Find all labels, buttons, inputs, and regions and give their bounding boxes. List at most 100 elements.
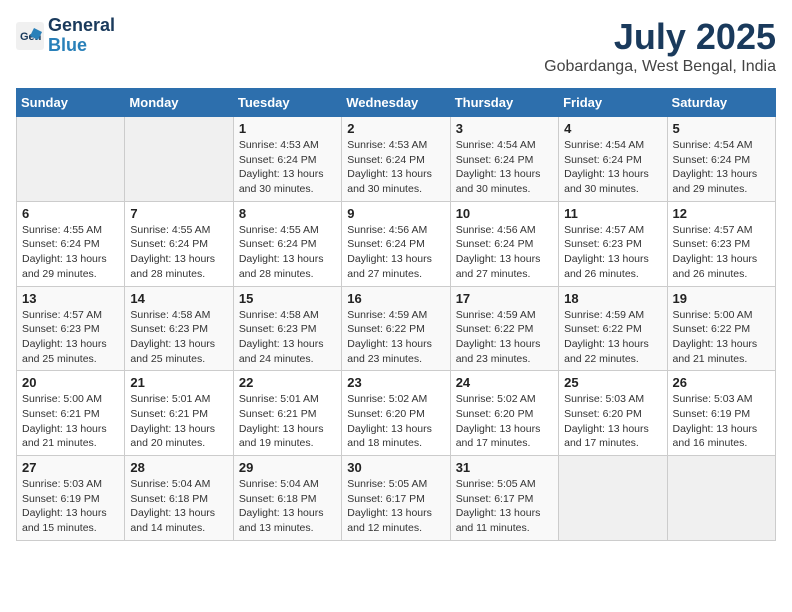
day-number: 3 — [456, 121, 553, 136]
calendar-cell: 19 Sunrise: 5:00 AM Sunset: 6:22 PM Dayli… — [667, 286, 775, 371]
day-number: 4 — [564, 121, 661, 136]
day-info: Sunrise: 5:03 AM Sunset: 6:19 PM Dayligh… — [22, 477, 119, 536]
day-number: 29 — [239, 460, 336, 475]
day-info: Sunrise: 5:02 AM Sunset: 6:20 PM Dayligh… — [347, 392, 444, 451]
day-info: Sunrise: 5:00 AM Sunset: 6:22 PM Dayligh… — [673, 308, 770, 367]
calendar-cell: 1Sunrise: 4:53 AM Sunset: 6:24 PM Daylig… — [233, 117, 341, 202]
day-info: Sunrise: 5:01 AM Sunset: 6:21 PM Dayligh… — [239, 392, 336, 451]
day-info: Sunrise: 5:00 AM Sunset: 6:21 PM Dayligh… — [22, 392, 119, 451]
logo: Gen General Blue — [16, 16, 115, 56]
day-info: Sunrise: 4:57 AM Sunset: 6:23 PM Dayligh… — [673, 223, 770, 282]
weekday-header-monday: Monday — [125, 89, 233, 117]
day-info: Sunrise: 4:58 AM Sunset: 6:23 PM Dayligh… — [130, 308, 227, 367]
page-header: Gen General Blue July 2025 Gobardanga, W… — [16, 16, 776, 76]
day-info: Sunrise: 4:53 AM Sunset: 6:24 PM Dayligh… — [239, 138, 336, 197]
calendar-cell: 30 Sunrise: 5:05 AM Sunset: 6:17 PM Dayli… — [342, 456, 450, 541]
calendar-cell: 12 Sunrise: 4:57 AM Sunset: 6:23 PM Dayli… — [667, 201, 775, 286]
calendar-cell: 17 Sunrise: 4:59 AM Sunset: 6:22 PM Dayli… — [450, 286, 558, 371]
day-info: Sunrise: 5:04 AM Sunset: 6:18 PM Dayligh… — [130, 477, 227, 536]
calendar-week-row: 20Sunrise: 5:00 AM Sunset: 6:21 PM Dayli… — [17, 371, 776, 456]
day-number: 31 — [456, 460, 553, 475]
calendar-week-row: 6Sunrise: 4:55 AM Sunset: 6:24 PM Daylig… — [17, 201, 776, 286]
day-info: Sunrise: 4:57 AM Sunset: 6:23 PM Dayligh… — [22, 308, 119, 367]
day-info: Sunrise: 4:55 AM Sunset: 6:24 PM Dayligh… — [130, 223, 227, 282]
calendar-cell: 14 Sunrise: 4:58 AM Sunset: 6:23 PM Dayli… — [125, 286, 233, 371]
day-number: 12 — [673, 206, 770, 221]
calendar-cell: 11 Sunrise: 4:57 AM Sunset: 6:23 PM Dayli… — [559, 201, 667, 286]
day-number: 23 — [347, 375, 444, 390]
calendar-cell: 28 Sunrise: 5:04 AM Sunset: 6:18 PM Dayli… — [125, 456, 233, 541]
calendar-cell — [559, 456, 667, 541]
day-number: 22 — [239, 375, 336, 390]
day-number: 10 — [456, 206, 553, 221]
day-info: Sunrise: 5:03 AM Sunset: 6:19 PM Dayligh… — [673, 392, 770, 451]
day-info: Sunrise: 4:53 AM Sunset: 6:24 PM Dayligh… — [347, 138, 444, 197]
day-info: Sunrise: 5:03 AM Sunset: 6:20 PM Dayligh… — [564, 392, 661, 451]
day-number: 2 — [347, 121, 444, 136]
calendar-cell: 15 Sunrise: 4:58 AM Sunset: 6:23 PM Dayli… — [233, 286, 341, 371]
calendar-cell: 22 Sunrise: 5:01 AM Sunset: 6:21 PM Dayli… — [233, 371, 341, 456]
calendar-cell — [125, 117, 233, 202]
calendar-week-row: 13 Sunrise: 4:57 AM Sunset: 6:23 PM Dayli… — [17, 286, 776, 371]
calendar-cell: 4 Sunrise: 4:54 AM Sunset: 6:24 PM Daylig… — [559, 117, 667, 202]
day-info: Sunrise: 4:54 AM Sunset: 6:24 PM Dayligh… — [564, 138, 661, 197]
calendar-cell: 3 Sunrise: 4:54 AM Sunset: 6:24 PM Daylig… — [450, 117, 558, 202]
day-number: 14 — [130, 291, 227, 306]
calendar-cell: 8 Sunrise: 4:55 AM Sunset: 6:24 PM Daylig… — [233, 201, 341, 286]
day-info: Sunrise: 5:05 AM Sunset: 6:17 PM Dayligh… — [347, 477, 444, 536]
day-number: 19 — [673, 291, 770, 306]
day-info: Sunrise: 4:55 AM Sunset: 6:24 PM Dayligh… — [239, 223, 336, 282]
day-number: 28 — [130, 460, 227, 475]
weekday-header-thursday: Thursday — [450, 89, 558, 117]
weekday-header-saturday: Saturday — [667, 89, 775, 117]
calendar-cell — [667, 456, 775, 541]
calendar-cell: 26Sunrise: 5:03 AM Sunset: 6:19 PM Dayli… — [667, 371, 775, 456]
day-number: 8 — [239, 206, 336, 221]
calendar-cell — [17, 117, 125, 202]
calendar-cell: 20Sunrise: 5:00 AM Sunset: 6:21 PM Dayli… — [17, 371, 125, 456]
calendar-cell: 23 Sunrise: 5:02 AM Sunset: 6:20 PM Dayli… — [342, 371, 450, 456]
calendar-cell: 13 Sunrise: 4:57 AM Sunset: 6:23 PM Dayli… — [17, 286, 125, 371]
calendar-cell: 31Sunrise: 5:05 AM Sunset: 6:17 PM Dayli… — [450, 456, 558, 541]
weekday-header-row: SundayMondayTuesdayWednesdayThursdayFrid… — [17, 89, 776, 117]
calendar-cell: 7 Sunrise: 4:55 AM Sunset: 6:24 PM Daylig… — [125, 201, 233, 286]
day-info: Sunrise: 4:59 AM Sunset: 6:22 PM Dayligh… — [564, 308, 661, 367]
weekday-header-sunday: Sunday — [17, 89, 125, 117]
day-number: 13 — [22, 291, 119, 306]
day-info: Sunrise: 4:58 AM Sunset: 6:23 PM Dayligh… — [239, 308, 336, 367]
day-info: Sunrise: 4:59 AM Sunset: 6:22 PM Dayligh… — [456, 308, 553, 367]
calendar-cell: 24Sunrise: 5:02 AM Sunset: 6:20 PM Dayli… — [450, 371, 558, 456]
calendar-cell: 27 Sunrise: 5:03 AM Sunset: 6:19 PM Dayli… — [17, 456, 125, 541]
day-number: 11 — [564, 206, 661, 221]
day-number: 16 — [347, 291, 444, 306]
day-number: 17 — [456, 291, 553, 306]
day-number: 27 — [22, 460, 119, 475]
day-info: Sunrise: 4:59 AM Sunset: 6:22 PM Dayligh… — [347, 308, 444, 367]
day-info: Sunrise: 4:54 AM Sunset: 6:24 PM Dayligh… — [673, 138, 770, 197]
calendar-cell: 10 Sunrise: 4:56 AM Sunset: 6:24 PM Dayli… — [450, 201, 558, 286]
logo-line1: General — [48, 16, 115, 36]
calendar-cell: 2 Sunrise: 4:53 AM Sunset: 6:24 PM Daylig… — [342, 117, 450, 202]
title-block: July 2025 Gobardanga, West Bengal, India — [544, 16, 776, 76]
logo-icon: Gen — [16, 22, 44, 50]
day-number: 7 — [130, 206, 227, 221]
day-info: Sunrise: 4:56 AM Sunset: 6:24 PM Dayligh… — [456, 223, 553, 282]
day-info: Sunrise: 4:57 AM Sunset: 6:23 PM Dayligh… — [564, 223, 661, 282]
day-number: 24 — [456, 375, 553, 390]
day-info: Sunrise: 5:04 AM Sunset: 6:18 PM Dayligh… — [239, 477, 336, 536]
day-number: 18 — [564, 291, 661, 306]
day-number: 15 — [239, 291, 336, 306]
day-number: 30 — [347, 460, 444, 475]
weekday-header-friday: Friday — [559, 89, 667, 117]
calendar-cell: 9Sunrise: 4:56 AM Sunset: 6:24 PM Daylig… — [342, 201, 450, 286]
calendar-week-row: 1Sunrise: 4:53 AM Sunset: 6:24 PM Daylig… — [17, 117, 776, 202]
logo-line2: Blue — [48, 36, 115, 56]
day-number: 5 — [673, 121, 770, 136]
calendar-cell: 16 Sunrise: 4:59 AM Sunset: 6:22 PM Dayli… — [342, 286, 450, 371]
day-info: Sunrise: 4:55 AM Sunset: 6:24 PM Dayligh… — [22, 223, 119, 282]
calendar-cell: 25Sunrise: 5:03 AM Sunset: 6:20 PM Dayli… — [559, 371, 667, 456]
day-number: 21 — [130, 375, 227, 390]
calendar-cell: 5 Sunrise: 4:54 AM Sunset: 6:24 PM Daylig… — [667, 117, 775, 202]
calendar-cell: 6Sunrise: 4:55 AM Sunset: 6:24 PM Daylig… — [17, 201, 125, 286]
day-info: Sunrise: 4:54 AM Sunset: 6:24 PM Dayligh… — [456, 138, 553, 197]
